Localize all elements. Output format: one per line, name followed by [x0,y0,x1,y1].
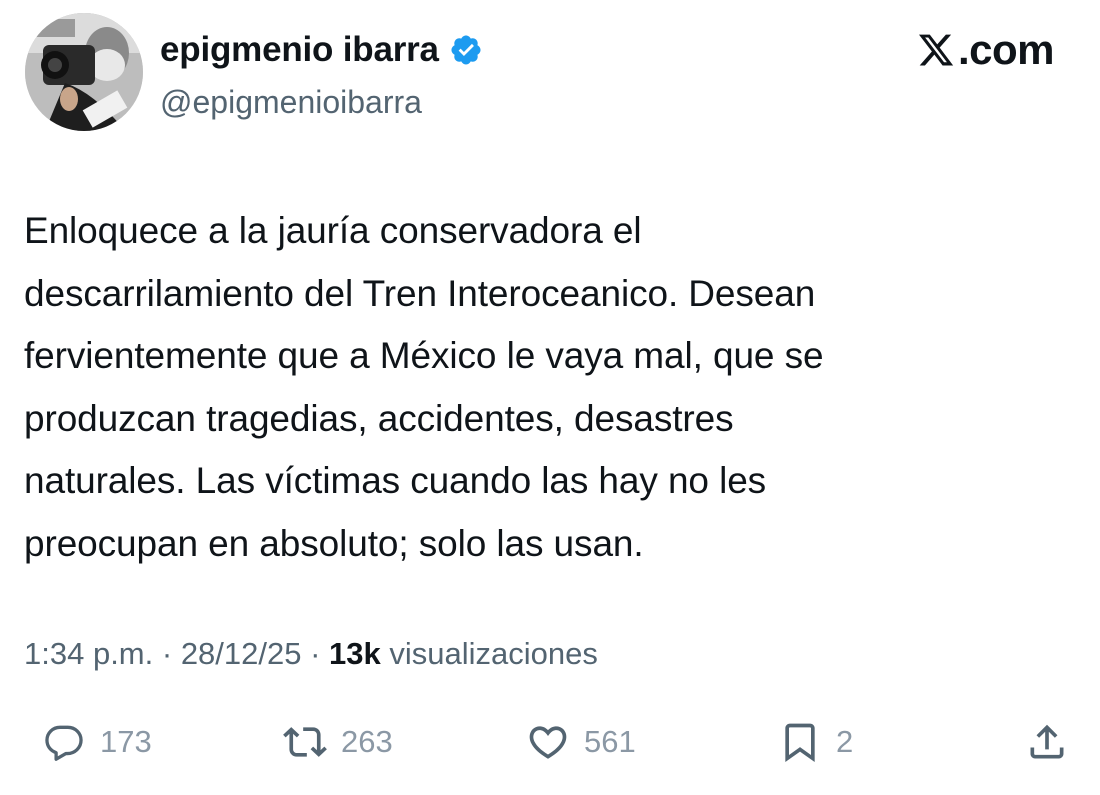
tweet-date[interactable]: 28/12/25 [181,636,302,671]
brand-mark: .com [916,24,1055,76]
verified-badge-icon [451,35,481,65]
author-name-row[interactable]: epigmenio ibarra [160,24,483,76]
like-button[interactable]: 561 [526,712,636,772]
reply-button[interactable]: 173 [42,712,152,772]
tweet-time[interactable]: 1:34 p.m. [24,636,153,671]
bookmark-count: 2 [836,724,854,759]
meta-separator: · [301,636,330,671]
repost-icon [283,727,327,757]
tweet-text: Enloquece a la jauría conservadora el de… [24,210,824,564]
reply-count: 173 [100,724,152,759]
reply-icon [45,725,83,761]
meta-separator: · [153,636,181,671]
display-name[interactable]: epigmenio ibarra [160,24,439,76]
bookmark-button[interactable]: 2 [778,712,853,772]
user-handle[interactable]: @epigmenioibarra [160,80,422,124]
heart-icon [529,726,567,759]
avatar[interactable] [25,13,143,131]
profile-photo [25,13,143,131]
repost-button[interactable]: 263 [283,712,393,772]
views-count: 13k [329,636,381,671]
repost-count: 263 [341,724,393,759]
tweet-metadata: 1:34 p.m. · 28/12/25 · 13k visualizacion… [24,630,598,678]
brand-text: .com [957,26,1055,73]
like-count: 561 [584,724,636,759]
share-icon [1030,724,1064,759]
x-logo-icon [918,34,954,66]
action-bar: 173 263 561 2 [0,712,1100,772]
bookmark-icon [785,723,815,763]
views-label: visualizaciones [380,636,598,671]
share-button[interactable] [1025,712,1069,772]
